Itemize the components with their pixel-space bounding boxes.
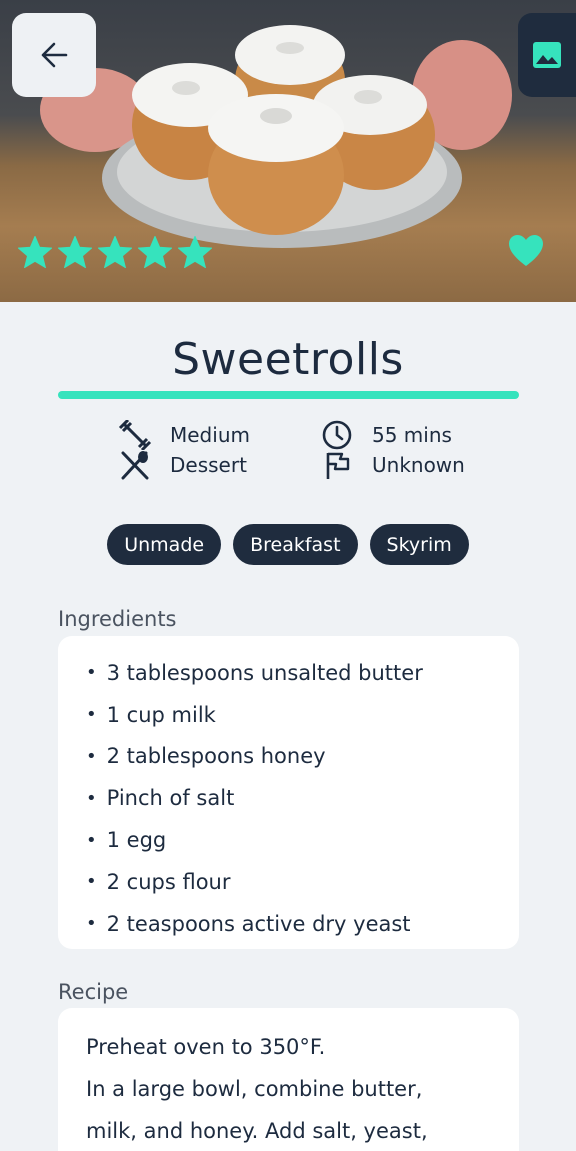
difficulty-label: Medium <box>170 423 250 447</box>
tag-list: Unmade Breakfast Skyrim <box>0 524 576 565</box>
flag-icon <box>320 450 354 480</box>
title-underline <box>58 391 519 399</box>
list-item: 2 tablespoons honey <box>86 736 519 778</box>
star-icon[interactable] <box>58 236 92 268</box>
star-icon[interactable] <box>178 236 212 268</box>
ingredients-list: 3 tablespoons unsalted butter 1 cup milk… <box>58 636 519 945</box>
list-item: Pinch of salt <box>86 777 519 819</box>
utensils-icon <box>118 450 152 480</box>
origin-info: Unknown <box>320 450 465 480</box>
back-button[interactable] <box>12 13 96 97</box>
ingredients-card: 3 tablespoons unsalted butter 1 cup milk… <box>58 636 519 949</box>
recipe-card: Preheat oven to 350°F. In a large bowl, … <box>58 1008 519 1151</box>
recipe-hero-image <box>0 0 576 302</box>
star-icon[interactable] <box>98 236 132 268</box>
ingredients-heading: Ingredients <box>58 607 177 631</box>
time-label: 55 mins <box>372 423 452 447</box>
tag-unmade[interactable]: Unmade <box>107 524 222 565</box>
course-label: Dessert <box>170 453 247 477</box>
recipe-instructions: Preheat oven to 350°F. In a large bowl, … <box>58 1008 519 1151</box>
recipe-heading: Recipe <box>58 980 129 1004</box>
list-item: 3 tablespoons unsalted butter <box>86 652 519 694</box>
list-item: 2 cups flour <box>86 861 519 903</box>
course-info: Dessert <box>118 450 247 480</box>
clock-icon <box>320 420 354 450</box>
arrow-left-icon <box>41 42 68 68</box>
rating-stars[interactable] <box>18 236 212 268</box>
time-info: 55 mins <box>320 420 452 450</box>
recipe-title: Sweetrolls <box>172 334 404 385</box>
image-icon <box>533 42 561 68</box>
list-item: 1 egg <box>86 819 519 861</box>
difficulty-info: Medium <box>118 420 250 450</box>
gallery-button[interactable] <box>518 13 576 97</box>
list-item: 2 teaspoons active dry yeast <box>86 903 519 945</box>
tag-breakfast[interactable]: Breakfast <box>233 524 358 565</box>
tag-skyrim[interactable]: Skyrim <box>369 524 469 565</box>
origin-label: Unknown <box>372 453 465 477</box>
dumbbell-icon <box>118 420 152 450</box>
instruction-line: milk, and honey. Add salt, yeast, <box>86 1119 428 1143</box>
instruction-line: In a large bowl, combine butter, <box>86 1077 423 1101</box>
star-icon[interactable] <box>18 236 52 268</box>
star-icon[interactable] <box>138 236 172 268</box>
list-item: 1 cup milk <box>86 694 519 736</box>
heart-icon[interactable] <box>508 234 544 268</box>
instruction-line: Preheat oven to 350°F. <box>86 1035 326 1059</box>
